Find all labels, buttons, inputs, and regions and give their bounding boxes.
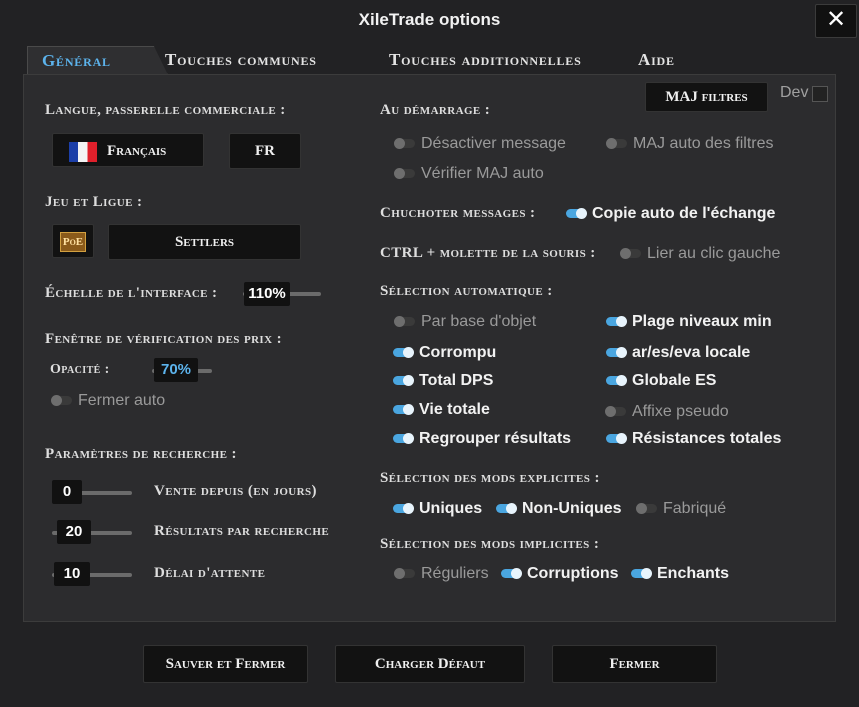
section-implicites: Sélection des mods implicites : <box>380 536 600 552</box>
save-close-button[interactable]: Sauver et Fermer <box>143 645 308 683</box>
toggle-desactiver-message[interactable]: Désactiver message <box>394 135 566 153</box>
echelle-value[interactable]: 110% <box>244 282 290 306</box>
game-select[interactable]: PoE <box>52 224 94 258</box>
close-icon[interactable]: ✕ <box>815 4 857 38</box>
toggle-plage-niveaux[interactable]: Plage niveaux min <box>606 313 772 331</box>
toggle-resistances[interactable]: Résistances totales <box>606 430 781 448</box>
tab-touches-additionnelles[interactable]: Touches additionnelles <box>389 46 582 74</box>
toggle-corrompu[interactable]: Corrompu <box>393 344 496 362</box>
vente-value[interactable]: 0 <box>52 480 82 504</box>
french-flag-icon <box>69 141 97 162</box>
toggle-fermer-auto[interactable]: Fermer auto <box>51 392 165 410</box>
resultats-label: Résultats par recherche <box>154 523 330 539</box>
section-selection-auto: Sélection automatique : <box>380 283 553 299</box>
toggle-lier-clic[interactable]: Lier au clic gauche <box>620 245 780 263</box>
league-select[interactable]: Settlers <box>108 224 301 260</box>
maj-filtres-button[interactable]: MAJ filtres <box>645 82 768 112</box>
toggle-corruptions[interactable]: Corruptions <box>501 565 619 583</box>
poe-logo-icon: PoE <box>60 232 86 252</box>
opacite-label: Opacité : <box>50 362 110 377</box>
tab-general[interactable]: Général <box>27 46 168 75</box>
section-langue: Langue, passerelle commerciale : <box>45 102 286 118</box>
toggle-par-base[interactable]: Par base d'objet <box>394 313 536 331</box>
toggle-regrouper[interactable]: Regrouper résultats <box>393 430 571 448</box>
delai-label: Délai d'attente <box>154 565 266 581</box>
toggle-enchants[interactable]: Enchants <box>631 565 729 583</box>
toggle-copie-auto[interactable]: Copie auto de l'échange <box>566 205 775 223</box>
opacite-value[interactable]: 70% <box>154 358 198 382</box>
toggle-globale-es[interactable]: Globale ES <box>606 372 716 390</box>
dev-checkbox[interactable] <box>812 86 828 102</box>
vente-label: Vente depuis (en jours) <box>154 483 317 499</box>
toggle-vie-totale[interactable]: Vie totale <box>393 401 490 419</box>
section-chuchoter: Chuchoter messages : <box>380 205 536 221</box>
toggle-maj-auto-filtres[interactable]: MAJ auto des filtres <box>606 135 774 153</box>
toggle-verifier-maj[interactable]: Vérifier MAJ auto <box>394 165 544 183</box>
close-button[interactable]: Fermer <box>552 645 717 683</box>
section-params: Paramètres de recherche : <box>45 446 237 462</box>
echelle-label: Échelle de l'interface : <box>45 285 218 301</box>
section-jeu: Jeu et Ligue : <box>45 194 143 210</box>
language-select[interactable]: Français <box>52 133 204 167</box>
gateway-select[interactable]: FR <box>229 133 301 169</box>
window-title: XileTrade options <box>358 10 501 29</box>
toggle-non-uniques[interactable]: Non-Uniques <box>496 500 622 518</box>
tab-aide[interactable]: Aide <box>638 46 675 74</box>
load-default-button[interactable]: Charger Défaut <box>335 645 525 683</box>
delai-value[interactable]: 10 <box>54 562 90 586</box>
toggle-affixe-pseudo[interactable]: Affixe pseudo <box>605 403 729 421</box>
section-fenetre: Fenêtre de vérification des prix : <box>45 331 283 347</box>
toggle-uniques[interactable]: Uniques <box>393 500 482 518</box>
section-demarrage: Au démarrage : <box>380 102 491 118</box>
toggle-ar-es-eva[interactable]: ar/es/eva locale <box>606 344 750 362</box>
toggle-reguliers[interactable]: Réguliers <box>394 565 489 583</box>
language-value: Français <box>107 143 167 159</box>
resultats-value[interactable]: 20 <box>57 520 91 544</box>
tab-touches-communes[interactable]: Touches communes <box>165 46 317 74</box>
toggle-fabrique[interactable]: Fabriqué <box>636 500 726 518</box>
dev-label: Dev <box>780 84 809 101</box>
section-ctrl: CTRL + molette de la souris : <box>380 245 596 261</box>
section-explicites: Sélection des mods explicites : <box>380 470 600 486</box>
toggle-total-dps[interactable]: Total DPS <box>393 372 493 390</box>
